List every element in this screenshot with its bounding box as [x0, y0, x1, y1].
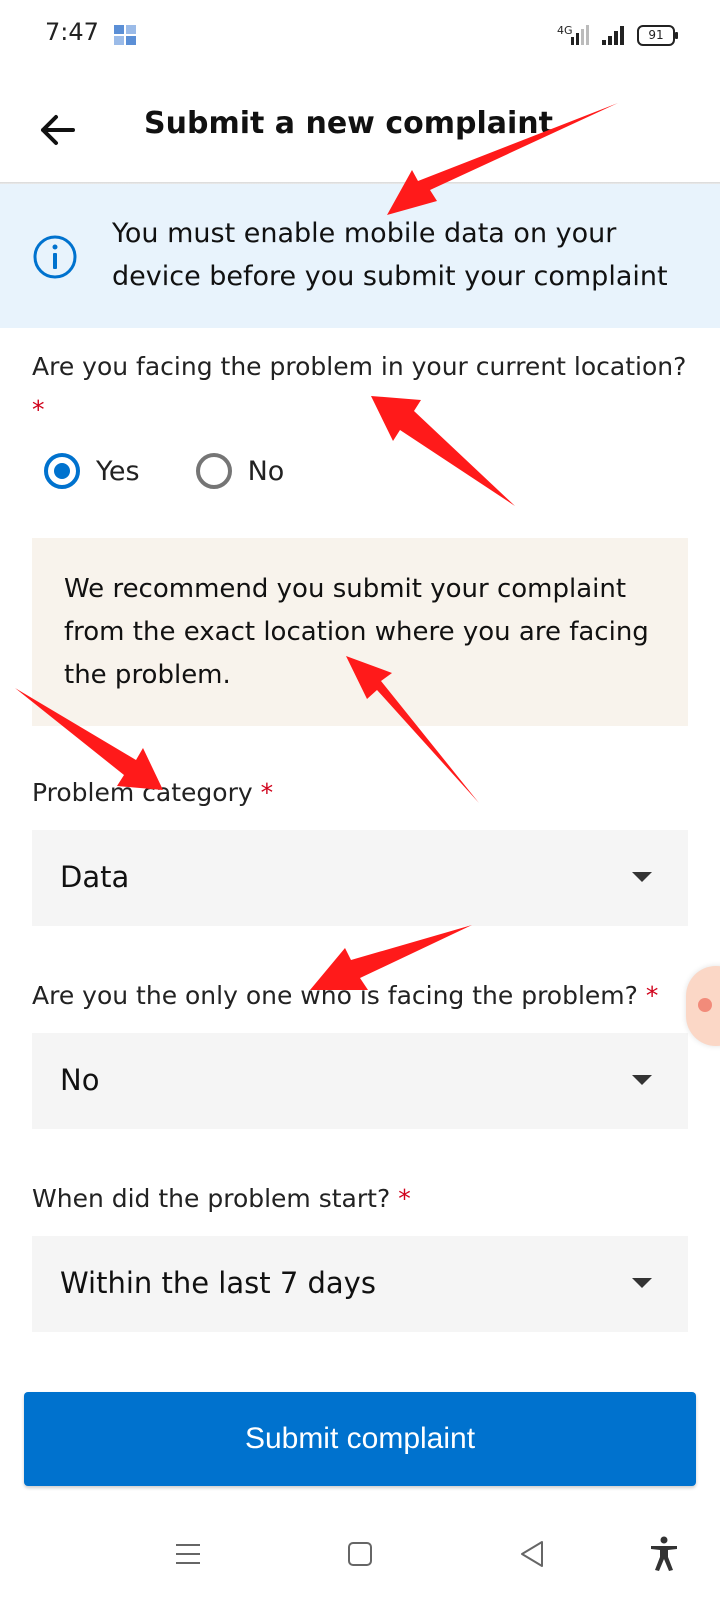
- battery-icon: 91: [637, 24, 678, 46]
- problem-start-select[interactable]: Within the last 7 days: [32, 1236, 688, 1332]
- app-notification-icon: [114, 25, 136, 45]
- info-banner-text: You must enable mobile data on your devi…: [112, 218, 668, 292]
- menu-icon: [176, 1544, 200, 1564]
- required-marker: *: [32, 395, 45, 424]
- submit-complaint-button[interactable]: Submit complaint: [24, 1392, 696, 1486]
- radio-unchecked-icon: [195, 453, 232, 489]
- arrow-left-icon: [41, 115, 75, 145]
- network-type-label: 4G: [557, 24, 573, 37]
- info-banner: You must enable mobile data on your devi…: [0, 184, 720, 328]
- only-one-select[interactable]: No: [32, 1033, 688, 1129]
- nav-menu-button[interactable]: [168, 1534, 208, 1574]
- radio-no[interactable]: No: [195, 453, 285, 489]
- dropdown-caret-icon: [632, 872, 652, 882]
- floating-assistant-bubble[interactable]: [686, 966, 720, 1046]
- problem-start-label: When did the problem start? *: [32, 1184, 411, 1213]
- problem-category-label-text: Problem category: [32, 778, 253, 807]
- problem-start-value: Within the last 7 days: [60, 1266, 376, 1300]
- nav-home-button[interactable]: [340, 1534, 380, 1574]
- home-square-icon: [348, 1542, 372, 1566]
- required-marker: *: [260, 778, 274, 807]
- status-indicators: 4G 91: [557, 22, 678, 48]
- radio-no-label: No: [247, 455, 285, 487]
- radio-yes[interactable]: Yes: [44, 453, 140, 489]
- accessibility-icon: [651, 1536, 677, 1571]
- problem-category-select[interactable]: Data: [32, 830, 688, 926]
- dropdown-caret-icon: [632, 1075, 652, 1085]
- required-marker: *: [645, 981, 659, 1010]
- nav-back-button[interactable]: [512, 1534, 552, 1574]
- info-icon: [33, 235, 77, 279]
- only-one-label-text: Are you the only one who is facing the p…: [32, 981, 638, 1010]
- problem-category-label: Problem category *: [32, 778, 273, 807]
- location-question-label: Are you facing the problem in your curre…: [32, 352, 686, 381]
- app-bar: Submit a new complaint: [0, 78, 720, 182]
- signal-icon: [602, 26, 624, 45]
- dropdown-caret-icon: [632, 1278, 652, 1288]
- mobile-data-icon: 4G: [557, 24, 589, 45]
- status-time: 7:47: [45, 18, 99, 46]
- location-question-text: Are you facing the problem in your curre…: [32, 352, 687, 381]
- problem-start-label-text: When did the problem start?: [32, 1184, 391, 1213]
- only-one-value: No: [60, 1063, 100, 1097]
- system-nav-bar: [0, 1510, 720, 1600]
- nav-accessibility-button[interactable]: [644, 1534, 684, 1574]
- problem-category-value: Data: [60, 860, 130, 894]
- back-button[interactable]: [30, 102, 86, 158]
- back-triangle-icon: [521, 1541, 543, 1567]
- location-radio-group: Yes No: [44, 453, 340, 489]
- only-one-label: Are you the only one who is facing the p…: [32, 981, 658, 1010]
- radio-yes-label: Yes: [96, 455, 140, 487]
- page-title: Submit a new complaint: [144, 106, 553, 141]
- radio-checked-icon: [44, 453, 80, 489]
- recommendation-box: We recommend you submit your complaint f…: [32, 538, 688, 726]
- recommendation-text: We recommend you submit your complaint f…: [64, 574, 649, 690]
- required-marker: *: [398, 1184, 411, 1213]
- status-bar: 7:47 4G 91: [0, 0, 720, 70]
- annotation-arrow-2: [371, 396, 515, 506]
